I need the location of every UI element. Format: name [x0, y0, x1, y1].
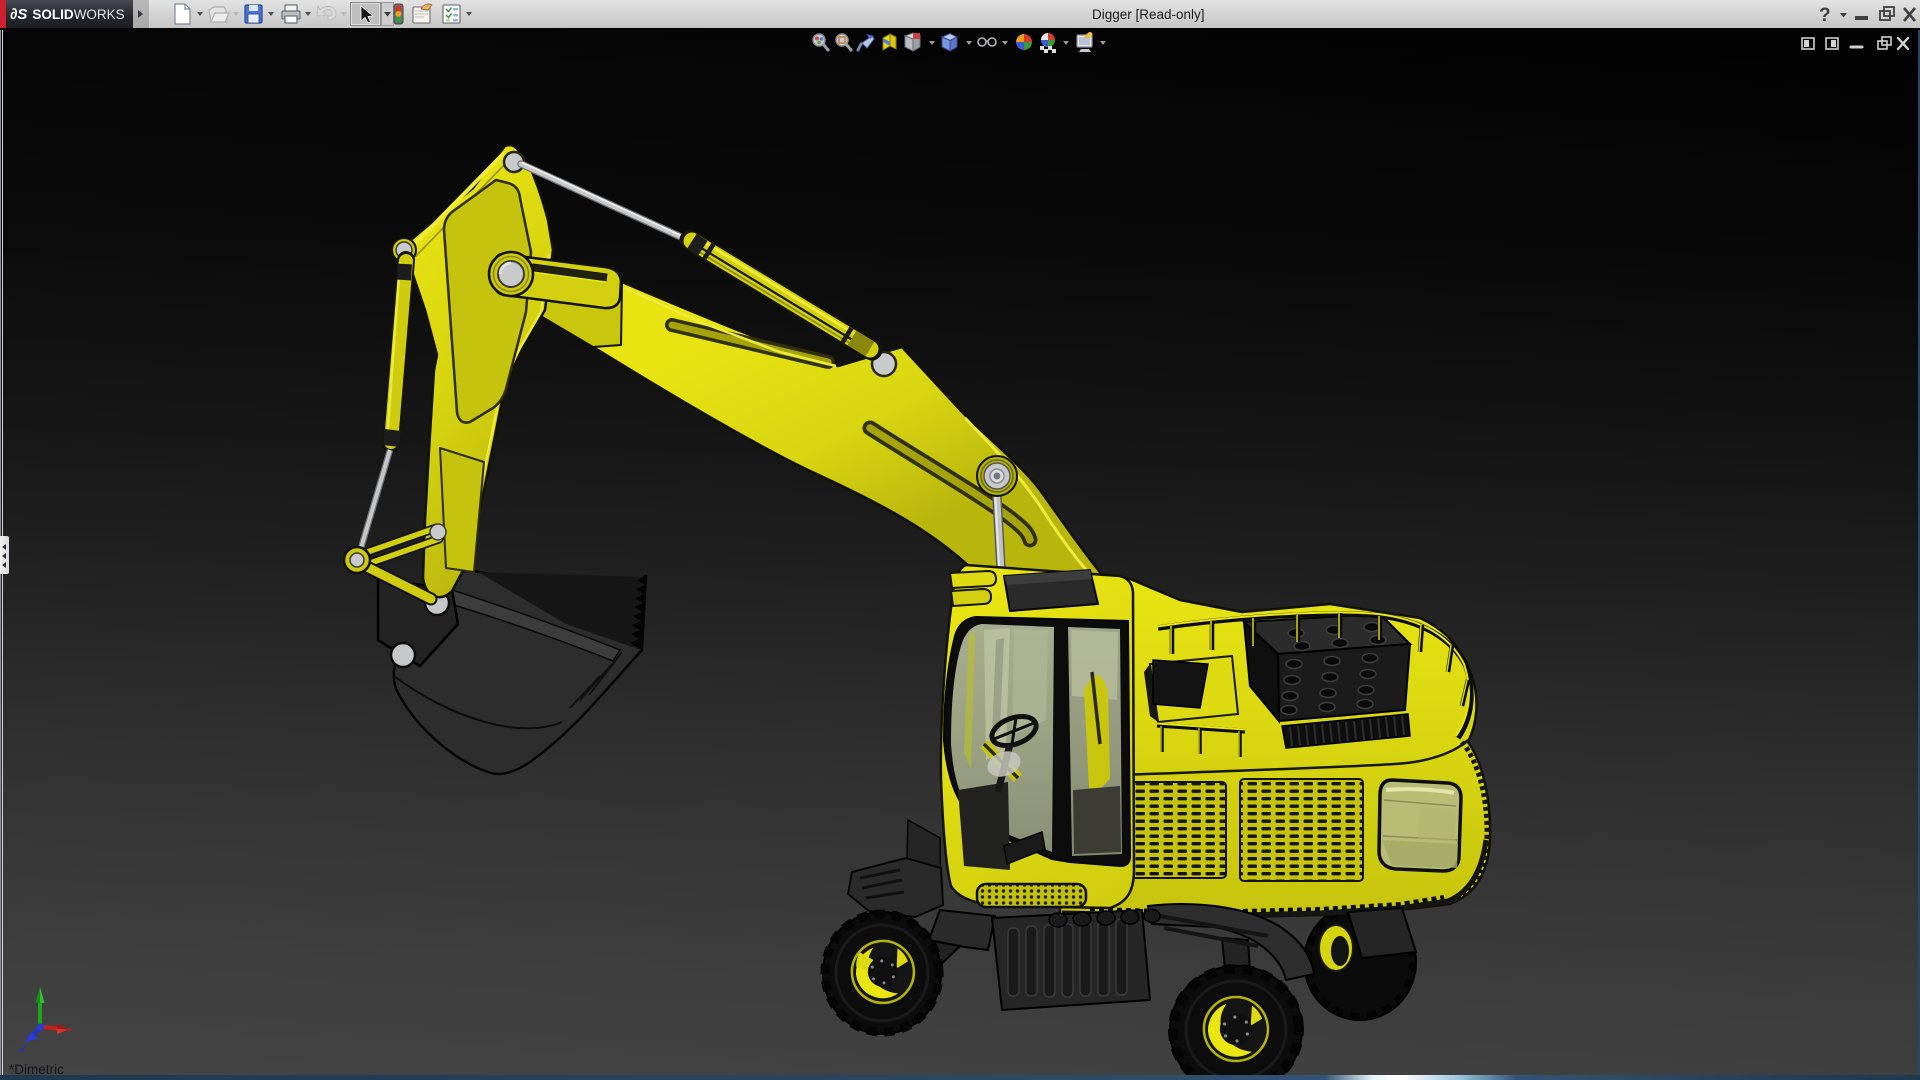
svg-text:Z: Z	[20, 1043, 27, 1055]
svg-text:x: x	[68, 1025, 72, 1034]
svg-text:?: ?	[1819, 5, 1831, 26]
